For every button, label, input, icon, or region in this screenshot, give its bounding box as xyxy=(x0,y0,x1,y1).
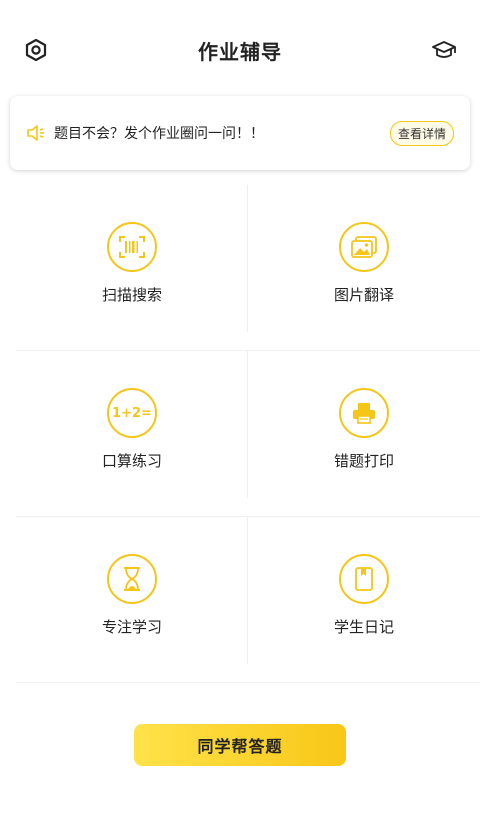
feature-grid: 扫描搜索 图片翻译 1+2= 口算练习 错题打印 专注学习 学生日记 xyxy=(16,185,480,683)
page-title: 作业辅导 xyxy=(198,40,282,64)
hourglass-icon xyxy=(124,567,140,591)
image-icon xyxy=(351,236,377,258)
notebook-icon xyxy=(355,567,373,591)
feature-mental-math[interactable]: 1+2= 口算练习 xyxy=(16,351,248,516)
feature-label: 口算练习 xyxy=(101,452,162,470)
notice-banner[interactable]: 题目不会？发个作业圈问一问！！ 查看详情 xyxy=(10,96,470,170)
feature-row: 1+2= 口算练习 错题打印 xyxy=(16,351,480,517)
feature-student-diary[interactable]: 学生日记 xyxy=(248,517,480,682)
feature-label: 扫描搜索 xyxy=(101,286,162,304)
feature-focus-study[interactable]: 专注学习 xyxy=(16,517,248,682)
math-icon: 1+2= xyxy=(112,405,152,421)
speaker-icon xyxy=(26,122,48,144)
graduation-cap-icon[interactable] xyxy=(430,36,458,64)
printer-icon xyxy=(353,403,375,424)
feature-mistake-print[interactable]: 错题打印 xyxy=(248,351,480,516)
feature-label: 图片翻译 xyxy=(333,286,394,304)
view-details-button[interactable]: 查看详情 xyxy=(389,120,454,146)
header: 作业辅导 xyxy=(0,0,480,100)
feature-label: 学生日记 xyxy=(333,618,394,636)
feature-row: 扫描搜索 图片翻译 xyxy=(16,185,480,351)
feature-image-translate[interactable]: 图片翻译 xyxy=(248,185,480,350)
feature-scan-search[interactable]: 扫描搜索 xyxy=(16,185,248,350)
notice-text: 题目不会？发个作业圈问一问！！ xyxy=(54,126,264,142)
feature-row: 专注学习 学生日记 xyxy=(16,517,480,683)
feature-label: 错题打印 xyxy=(333,452,394,470)
classmate-answer-button[interactable]: 同学帮答题 xyxy=(134,724,346,766)
barcode-scan-icon xyxy=(119,236,145,258)
feature-label: 专注学习 xyxy=(101,618,162,636)
